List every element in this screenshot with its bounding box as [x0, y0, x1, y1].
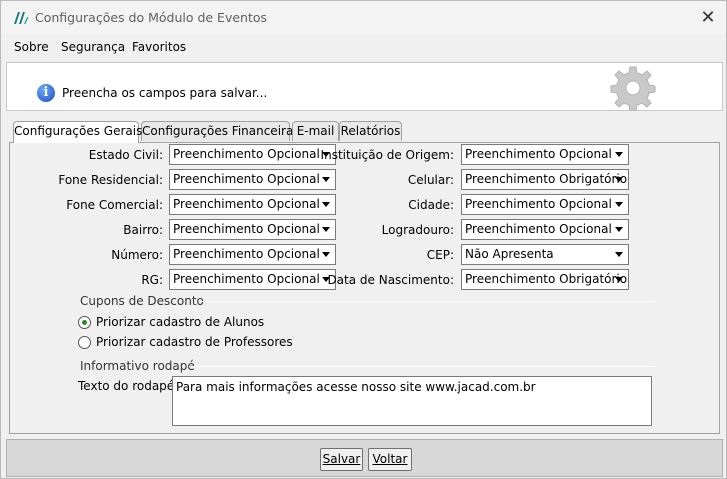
menu-item-favoritos[interactable]: Favoritos: [132, 40, 186, 54]
back-button[interactable]: Voltar: [368, 448, 412, 471]
fone-comercial-label: Fone Comercial:: [66, 198, 163, 212]
fone-comercial-value: Preenchimento Opcional: [173, 197, 320, 211]
rg-label: RG:: [141, 273, 163, 287]
cep-value: Não Apresenta: [465, 247, 554, 261]
chevron-down-icon: [615, 152, 623, 157]
fone-comercial-select[interactable]: Preenchimento Opcional: [169, 194, 336, 215]
chevron-down-icon: [322, 252, 330, 257]
settings-window: Configurações do Módulo de Eventos ✕ Sob…: [0, 0, 727, 479]
cidade-label: Cidade:: [408, 198, 454, 212]
numero-value: Preenchimento Opcional: [173, 247, 320, 261]
chevron-down-icon: [615, 177, 623, 182]
radio-priorizar-professores-label[interactable]: Priorizar cadastro de Professores: [96, 335, 293, 349]
numero-label: Número:: [111, 248, 163, 262]
logradouro-label: Logradouro:: [381, 223, 454, 237]
rg-select[interactable]: Preenchimento Opcional: [169, 269, 336, 290]
texto-rodape-label: Texto do rodapé:: [78, 379, 179, 393]
app-logo-icon: [14, 12, 29, 24]
info-message: Preencha os campos para salvar...: [62, 86, 268, 100]
window-title: Configurações do Módulo de Eventos: [35, 10, 268, 25]
cupons-divider: [201, 301, 655, 302]
cidade-value: Preenchimento Opcional: [465, 197, 612, 211]
save-button[interactable]: Salvar: [320, 448, 363, 471]
rg-value: Preenchimento Opcional: [173, 272, 320, 286]
instituicao-origem-label: Instituição de Origem:: [320, 148, 454, 162]
estado-civil-select[interactable]: Preenchimento Opcional: [169, 144, 336, 165]
cidade-select[interactable]: Preenchimento Opcional: [461, 194, 629, 215]
logradouro-select[interactable]: Preenchimento Opcional: [461, 219, 629, 240]
data-nascimento-select[interactable]: Preenchimento Obrigatório: [461, 269, 629, 290]
bottom-button-bar: Salvar Voltar: [6, 439, 723, 477]
tab-email[interactable]: E-mail: [292, 121, 339, 141]
radio-priorizar-professores[interactable]: [78, 336, 91, 349]
data-nascimento-label: Data de Nascimento:: [327, 273, 454, 287]
estado-civil-value: Preenchimento Opcional: [173, 147, 320, 161]
fone-residencial-select[interactable]: Preenchimento Opcional: [169, 169, 336, 190]
tab-configuracoes-financeiras[interactable]: Configurações Financeiras: [141, 121, 300, 141]
bairro-select[interactable]: Preenchimento Opcional: [169, 219, 336, 240]
data-nascimento-value: Preenchimento Obrigatório: [465, 272, 628, 286]
radio-priorizar-alunos-label[interactable]: Priorizar cadastro de Alunos: [96, 315, 264, 329]
bairro-value: Preenchimento Opcional: [173, 222, 320, 236]
chevron-down-icon: [322, 202, 330, 207]
cep-select[interactable]: Não Apresenta: [461, 244, 629, 265]
menu-bar: Sobre Segurança Favoritos: [1, 35, 726, 61]
logradouro-value: Preenchimento Opcional: [465, 222, 612, 236]
chevron-down-icon: [615, 277, 623, 282]
instituicao-origem-value: Preenchimento Opcional: [465, 147, 612, 161]
instituicao-origem-select[interactable]: Preenchimento Opcional: [461, 144, 629, 165]
close-icon: ✕: [700, 6, 716, 28]
tab-relatorios[interactable]: Relatórios: [339, 121, 402, 141]
fone-residencial-value: Preenchimento Opcional: [173, 172, 320, 186]
menu-item-seguranca[interactable]: Segurança: [61, 40, 125, 54]
bairro-label: Bairro:: [123, 223, 163, 237]
chevron-down-icon: [322, 227, 330, 232]
celular-value: Preenchimento Obrigatório: [465, 172, 628, 186]
celular-select[interactable]: Preenchimento Obrigatório: [461, 169, 629, 190]
numero-select[interactable]: Preenchimento Opcional: [169, 244, 336, 265]
cep-label: CEP:: [426, 248, 454, 262]
title-bar: Configurações do Módulo de Eventos ✕: [1, 1, 726, 34]
informativo-group-title: Informativo rodapé: [80, 359, 195, 373]
cupons-group-title: Cupons de Desconto: [80, 294, 204, 308]
gear-icon: [610, 66, 656, 111]
info-icon: i: [37, 84, 55, 102]
close-button[interactable]: ✕: [694, 4, 722, 30]
chevron-down-icon: [615, 202, 623, 207]
texto-rodape-textarea[interactable]: Para mais informações acesse nosso site …: [172, 376, 652, 426]
chevron-down-icon: [615, 227, 623, 232]
info-panel: i Preencha os campos para salvar...: [6, 62, 723, 111]
fone-residencial-label: Fone Residencial:: [58, 173, 163, 187]
estado-civil-label: Estado Civil:: [88, 148, 163, 162]
chevron-down-icon: [322, 177, 330, 182]
celular-label: Celular:: [407, 173, 454, 187]
tab-configuracoes-gerais[interactable]: Configurações Gerais: [13, 121, 142, 143]
radio-priorizar-alunos[interactable]: [78, 316, 91, 329]
chevron-down-icon: [615, 252, 623, 257]
informativo-divider: [189, 366, 655, 367]
menu-item-sobre[interactable]: Sobre: [14, 40, 49, 54]
